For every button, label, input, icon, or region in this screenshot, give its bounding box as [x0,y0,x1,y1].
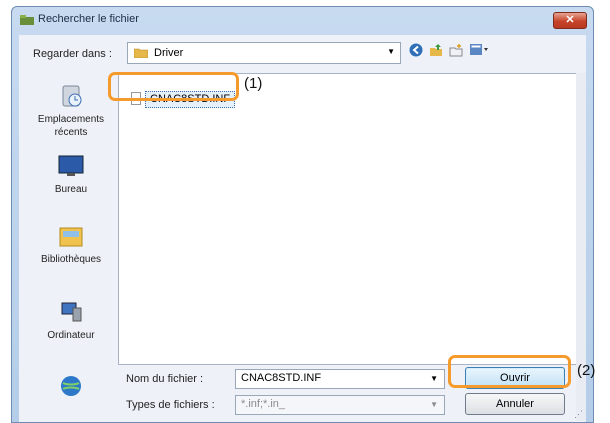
filename-value: CNAC8STD.INF [241,372,322,384]
filetype-value: *.inf;*.in_ [241,398,286,410]
place-network[interactable] [25,373,117,403]
chevron-down-icon: ▼ [387,47,395,56]
filename-label: Nom du fichier : [126,373,204,385]
look-in-label: Regarder dans : [33,48,112,60]
file-list[interactable]: CNAC8STD.INF [118,73,577,365]
close-button[interactable]: ✕ [553,12,587,29]
place-computer[interactable]: Ordinateur [25,299,117,342]
resize-grip-icon[interactable]: ⋰ [574,409,583,420]
look-in-value: Driver [154,47,184,59]
place-label: Bureau [54,184,88,195]
place-label: Emplacements récents [37,114,105,138]
recent-places-icon [62,85,82,107]
new-folder-icon[interactable] [449,43,463,57]
place-label: Bibliothèques [40,254,102,265]
place-recent[interactable]: Emplacements récents [25,83,117,139]
highlight-open-button [448,355,571,388]
view-menu-icon[interactable] [469,43,489,57]
folder-icon [134,48,148,58]
app-icon [20,15,34,25]
place-label: Ordinateur [47,330,95,341]
filetype-select[interactable]: *.inf;*.in_ ▼ [235,395,445,415]
chevron-down-icon: ▼ [430,374,438,383]
window-title: Rechercher le fichier [38,13,139,25]
chevron-down-icon: ▼ [430,400,438,409]
up-folder-icon[interactable] [429,43,443,57]
callout-1: (1) [244,75,263,92]
places-bar: Emplacements récents Bureau Bibliothèque… [25,73,117,416]
back-icon[interactable] [409,43,423,57]
libraries-icon [59,227,83,247]
place-libraries[interactable]: Bibliothèques [25,223,117,266]
network-icon [61,376,81,396]
title-bar: Rechercher le fichier ✕ [12,7,593,33]
desktop-icon [58,155,84,176]
callout-2: (2) [577,362,596,379]
filetype-label: Types de fichiers : [126,399,215,411]
look-in-combo[interactable]: Driver ▼ [127,42,401,64]
highlight-file [108,72,239,101]
place-desktop[interactable]: Bureau [25,153,117,196]
cancel-button[interactable]: Annuler [465,393,565,415]
filename-input[interactable]: CNAC8STD.INF ▼ [235,369,445,389]
computer-icon [61,302,82,322]
